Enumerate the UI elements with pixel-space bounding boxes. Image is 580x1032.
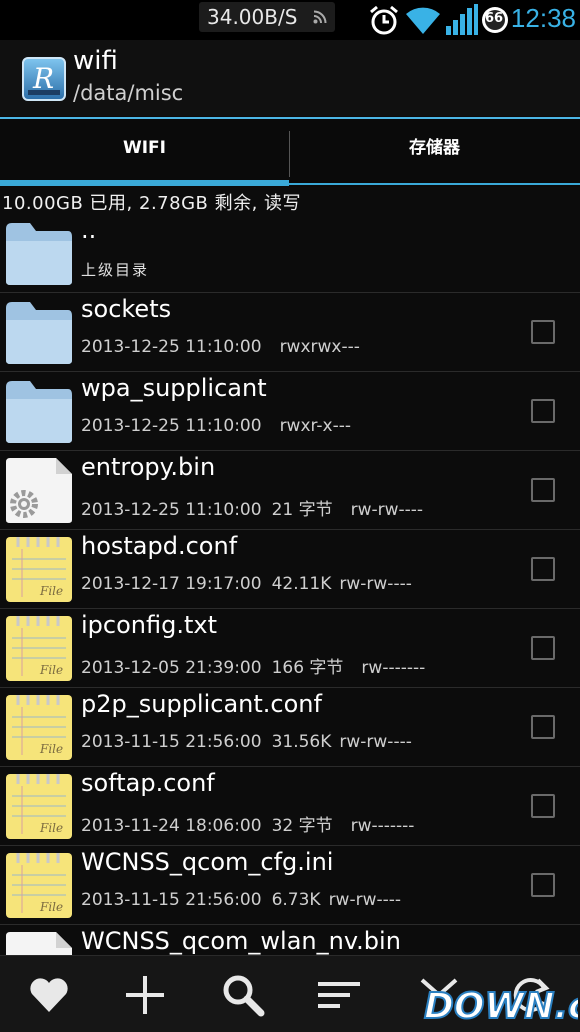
folder-icon xyxy=(6,381,72,443)
status-bar: 34.00B/S 66 12:38 xyxy=(0,0,580,40)
file-permissions: rw-rw---- xyxy=(350,500,424,520)
svg-text:File: File xyxy=(39,742,63,756)
list-item[interactable]: File ipconfig.txt 2013-12-05 21:39:00 166… xyxy=(0,609,580,688)
file-name: ipconfig.txt xyxy=(81,611,217,639)
tab-selected-indicator xyxy=(0,180,289,186)
rss-icon xyxy=(313,10,327,24)
list-item[interactable]: File WCNSS_qcom_cfg.ini 2013-11-15 21:56… xyxy=(0,846,580,925)
select-checkbox[interactable] xyxy=(531,399,555,423)
file-meta: 2013-12-17 19:17:00 42.11K rw-rw---- xyxy=(81,574,412,594)
text-file-icon: File xyxy=(6,616,72,681)
tab-storage[interactable]: 存储器 xyxy=(290,119,579,181)
add-icon[interactable] xyxy=(120,970,170,1020)
list-item[interactable]: File hostapd.conf 2013-12-17 19:17:00 42.… xyxy=(0,530,580,609)
battery-level: 66 xyxy=(485,11,504,26)
file-permissions: rw-rw---- xyxy=(328,890,402,910)
list-item[interactable]: File p2p_supplicant.conf 2013-11-15 21:5… xyxy=(0,688,580,767)
file-meta: 2013-12-25 11:10:00 rwxrwx--- xyxy=(81,337,360,357)
list-item[interactable]: sockets 2013-12-25 11:10:00 rwxrwx--- xyxy=(0,293,580,372)
file-size: 166 字节 xyxy=(271,658,344,678)
file-date: 2013-12-05 21:39:00 xyxy=(81,658,262,678)
file-date: 2013-11-15 21:56:00 xyxy=(81,890,262,910)
net-speed-indicator: 34.00B/S xyxy=(199,2,335,32)
file-size: 6.73K xyxy=(271,890,321,910)
search-icon[interactable] xyxy=(218,970,268,1020)
file-date: 2013-12-25 11:10:00 xyxy=(81,416,262,436)
file-date: 2013-12-25 11:10:00 xyxy=(81,500,262,520)
text-file-icon: File xyxy=(6,695,72,760)
file-name: p2p_supplicant.conf xyxy=(81,690,322,718)
select-checkbox[interactable] xyxy=(531,873,555,897)
file-name: wpa_supplicant xyxy=(81,374,267,402)
file-name: WCNSS_qcom_cfg.ini xyxy=(81,848,334,876)
file-permissions: rwxrwx--- xyxy=(279,337,360,357)
net-speed-text: 34.00B/S xyxy=(207,5,298,29)
storage-info: 10.00GB 已用, 2.78GB 剩余, 读写 xyxy=(2,193,302,214)
text-file-icon: File xyxy=(6,537,72,602)
tab-wifi[interactable]: WIFI xyxy=(0,119,289,181)
app-logo-icon[interactable]: R xyxy=(22,57,66,101)
file-name: hostapd.conf xyxy=(81,532,238,560)
svg-text:File: File xyxy=(39,584,63,598)
file-meta: 2013-11-24 18:06:00 32 字节 rw------- xyxy=(81,811,414,836)
favorite-icon[interactable] xyxy=(24,970,74,1020)
folder-icon xyxy=(6,223,72,285)
select-checkbox[interactable] xyxy=(531,478,555,502)
alarm-icon xyxy=(370,5,398,35)
current-path: /data/misc xyxy=(73,81,184,105)
file-permissions: rwxr-x--- xyxy=(279,416,352,436)
text-file-icon: File xyxy=(6,853,72,918)
parent-directory-label: 上级目录 xyxy=(81,261,150,279)
file-date: 2013-11-24 18:06:00 xyxy=(81,816,262,836)
file-size: 21 字节 xyxy=(271,500,333,520)
file-name: WCNSS_qcom_wlan_nv.bin xyxy=(81,927,401,955)
file-size: 42.11K xyxy=(271,574,332,594)
file-permissions: rw-rw---- xyxy=(339,574,412,594)
file-name: sockets xyxy=(81,295,172,323)
file-meta: 2013-11-15 21:56:00 31.56K rw-rw---- xyxy=(81,732,412,752)
file-size: 31.56K xyxy=(271,732,332,752)
svg-text:File: File xyxy=(39,821,63,835)
svg-text:File: File xyxy=(39,663,63,677)
action-bar: R wifi /data/misc xyxy=(0,40,580,116)
file-permissions: rw-rw---- xyxy=(339,732,412,752)
file-name: entropy.bin xyxy=(81,453,216,481)
sort-icon[interactable] xyxy=(314,970,364,1020)
list-item[interactable]: entropy.bin 2013-12-25 11:10:00 21 字节 rw-r… xyxy=(0,451,580,530)
select-checkbox[interactable] xyxy=(531,636,555,660)
select-checkbox[interactable] xyxy=(531,320,555,344)
select-checkbox[interactable] xyxy=(531,557,555,581)
page-title: wifi xyxy=(73,46,118,76)
file-meta: 2013-12-25 11:10:00 rwxr-x--- xyxy=(81,416,351,436)
file-date: 2013-12-25 11:10:00 xyxy=(81,337,262,357)
file-name: .. xyxy=(81,216,97,244)
file-meta: 2013-12-25 11:10:00 21 字节 rw-rw---- xyxy=(81,495,423,520)
select-checkbox[interactable] xyxy=(531,794,555,818)
list-item[interactable]: File softap.conf 2013-11-24 18:06:00 32 字… xyxy=(0,767,580,846)
file-size: 32 字节 xyxy=(271,816,333,836)
wifi-icon xyxy=(406,7,440,34)
svg-text:File: File xyxy=(39,900,63,914)
folder-icon xyxy=(6,302,72,364)
parent-directory-row[interactable]: .. 上级目录 xyxy=(0,214,580,293)
clock: 12:38 xyxy=(510,3,576,33)
text-file-icon: File xyxy=(6,774,72,839)
file-name: softap.conf xyxy=(81,769,215,797)
file-meta: 2013-11-15 21:56:00 6.73K rw-rw---- xyxy=(81,890,401,910)
tab-underline xyxy=(289,183,580,185)
file-list: .. 上级目录 sockets 2013-12-25 11:10:00 rwxrw… xyxy=(0,214,580,1004)
binary-file-icon xyxy=(6,458,72,523)
watermark-text: DOWN.cc xyxy=(424,986,578,1027)
list-item[interactable]: wpa_supplicant 2013-12-25 11:10:00 rwxr-x… xyxy=(0,372,580,451)
watermark-logo: DOWN.cc xyxy=(423,985,578,1028)
file-date: 2013-12-17 19:17:00 xyxy=(81,574,262,594)
file-meta: 2013-12-05 21:39:00 166 字节 rw------- xyxy=(81,653,425,678)
signal-icon xyxy=(446,4,478,35)
select-checkbox[interactable] xyxy=(531,715,555,739)
tab-bar: WIFI 存储器 xyxy=(0,117,580,187)
file-permissions: rw------- xyxy=(350,816,415,836)
file-permissions: rw------- xyxy=(361,658,426,678)
file-date: 2013-11-15 21:56:00 xyxy=(81,732,262,752)
